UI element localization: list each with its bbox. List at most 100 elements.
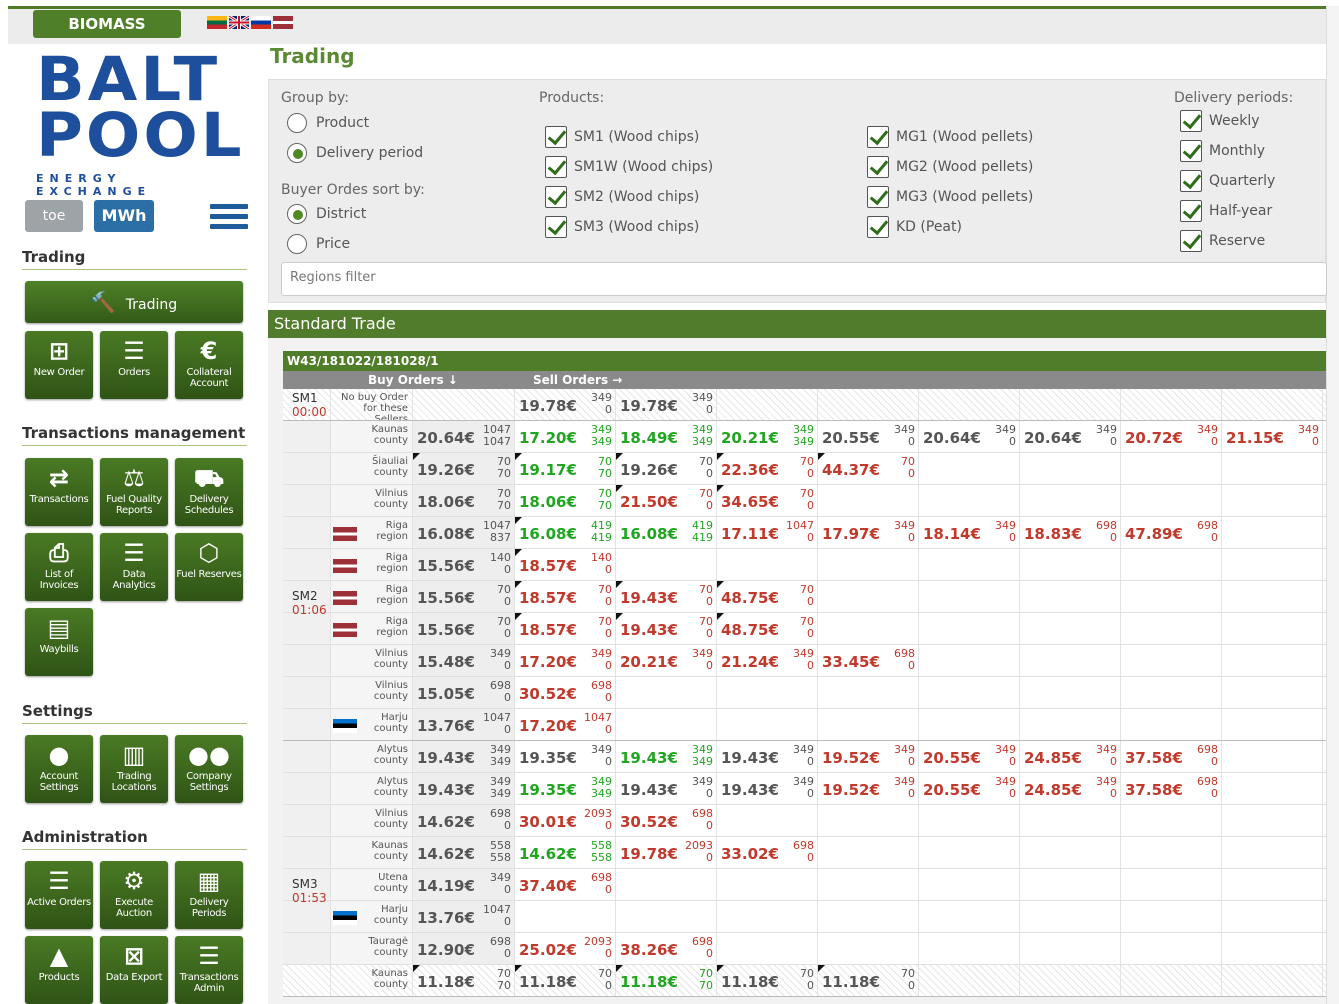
unit-mwh-button[interactable]: MWh [94,200,154,232]
sell-order-cell[interactable]: 19.78€ 2093 0 [616,837,717,868]
tile-list-of-invoices[interactable]: ⎙ List of Invoices [25,533,93,601]
sell-order-cell[interactable]: 21.24€ 349 0 [717,645,818,676]
buy-order-cell[interactable]: 15.56€ 140 0 [413,549,515,580]
period-checkbox[interactable]: Monthly [1180,140,1265,162]
sell-order-cell[interactable]: 33.45€ 698 0 [818,645,919,676]
sell-order-cell[interactable]: 37.58€ 698 0 [1121,773,1222,804]
sell-order-cell[interactable]: 19.52€ 349 0 [818,741,919,772]
tile-data-analytics[interactable]: ☰ Data Analytics [100,533,168,601]
latvia-flag-icon[interactable] [273,16,293,29]
sell-order-cell[interactable]: 20.21€ 349 0 [616,645,717,676]
sell-order-cell[interactable]: 17.11€ 1047 0 [717,517,818,548]
sell-order-cell[interactable]: 20.55€ 349 0 [919,773,1020,804]
tile-waybills[interactable]: ▤ Waybills [25,608,93,676]
sell-order-cell[interactable]: 18.83€ 698 0 [1020,517,1121,548]
product-checkbox[interactable]: SM2 (Wood chips) [545,186,699,208]
sell-order-cell[interactable]: 16.08€ 419 419 [515,517,616,548]
sell-order-cell[interactable]: 18.06€ 70 70 [515,485,616,516]
sell-order-cell[interactable]: 25.02€ 2093 0 [515,933,616,964]
tile-new-order[interactable]: ⊞ New Order [25,331,93,399]
sell-order-cell[interactable]: 22.36€ 70 0 [717,453,818,484]
sell-order-cell[interactable]: 19.43€ 349 0 [717,741,818,772]
product-checkbox[interactable]: MG3 (Wood pellets) [867,186,1033,208]
period-checkbox[interactable]: Half-year [1180,200,1272,222]
buy-order-cell[interactable]: 15.48€ 349 0 [413,645,515,676]
sell-order-cell[interactable]: 30.01€ 2093 0 [515,805,616,836]
sell-order-cell[interactable]: 11.18€ 70 70 [616,965,717,996]
sell-order-cell[interactable]: 19.52€ 349 0 [818,773,919,804]
sell-order-cell[interactable]: 19.26€ 70 0 [616,453,717,484]
buy-order-cell[interactable]: 18.06€ 70 70 [413,485,515,516]
sell-order-cell[interactable]: 19.43€ 70 0 [616,581,717,612]
sell-order-cell[interactable]: 20.21€ 349 349 [717,421,818,452]
sell-order-cell[interactable]: 18.14€ 349 0 [919,517,1020,548]
sell-order-cell[interactable]: 19.43€ 349 0 [717,773,818,804]
sort-district-radio[interactable]: District [287,204,366,224]
menu-hamburger-icon[interactable] [210,204,248,232]
sell-order-cell[interactable]: 19.43€ 349 0 [616,773,717,804]
tile-active-orders[interactable]: ☰ Active Orders [25,861,93,929]
buy-order-cell[interactable]: 20.64€ 1047 1047 [413,421,515,452]
sell-order-cell[interactable]: 30.52€ 698 0 [515,677,616,708]
sell-order-cell[interactable]: 18.57€ 70 0 [515,581,616,612]
sell-order-cell[interactable]: 20.72€ 349 0 [1121,421,1222,452]
sell-order-cell[interactable]: 17.20€ 1047 0 [515,709,616,740]
sell-order-cell[interactable]: 19.43€ 349 349 [616,741,717,772]
product-checkbox[interactable]: MG1 (Wood pellets) [867,126,1033,148]
buy-order-cell[interactable]: 12.90€ 698 0 [413,933,515,964]
buy-order-cell[interactable]: 13.76€ 1047 0 [413,901,515,932]
product-checkbox[interactable]: SM3 (Wood chips) [545,216,699,238]
sell-order-cell[interactable]: 11.18€ 70 0 [515,965,616,996]
sell-order-cell[interactable]: 20.64€ 349 0 [919,421,1020,452]
sell-order-cell[interactable]: 34.65€ 70 0 [717,485,818,516]
trading-button[interactable]: 🔨 Trading [25,281,243,323]
sell-order-cell[interactable]: 14.62€ 558 558 [515,837,616,868]
sell-order-cell[interactable]: 19.17€ 70 70 [515,453,616,484]
tile-data-export[interactable]: ⊠ Data Export [100,936,168,1004]
sell-order-cell[interactable]: 37.40€ 698 0 [515,869,616,900]
sell-order-cell[interactable]: 48.75€ 70 0 [717,581,818,612]
tile-products[interactable]: ▲ Products [25,936,93,1004]
sell-order-cell[interactable]: 18.57€ 70 0 [515,613,616,644]
buy-order-cell[interactable]: 11.18€ 70 70 [413,965,515,996]
period-checkbox[interactable]: Reserve [1180,230,1265,252]
sell-order-cell[interactable]: 20.55€ 349 0 [818,421,919,452]
tile-collateral-account[interactable]: € Collateral Account [175,331,243,399]
period-checkbox[interactable]: Quarterly [1180,170,1275,192]
tile-trading-locations[interactable]: ▥ Trading Locations [100,735,168,803]
sell-order-cell[interactable]: 19.35€ 349 0 [515,741,616,772]
russia-flag-icon[interactable] [251,16,271,29]
product-checkbox[interactable]: MG2 (Wood pellets) [867,156,1033,178]
tile-delivery-periods[interactable]: ▦ Delivery Periods [175,861,243,929]
sell-order-cell[interactable]: 16.08€ 419 419 [616,517,717,548]
sort-price-radio[interactable]: Price [287,234,350,254]
buy-order-cell[interactable]: 14.19€ 349 0 [413,869,515,900]
sell-order-cell[interactable]: 11.18€ 70 0 [717,965,818,996]
tile-fuel-quality-reports[interactable]: ⚖ Fuel Quality Reports [100,458,168,526]
tile-transactions-admin[interactable]: ☰ Transactions Admin [175,936,243,1004]
buy-orders-header[interactable]: Buy Orders ↓ [368,371,458,389]
sell-order-cell[interactable]: 30.52€ 698 0 [616,805,717,836]
sell-orders-header[interactable]: Sell Orders → [533,371,622,389]
buy-order-cell[interactable]: 15.56€ 70 0 [413,581,515,612]
unit-toe-button[interactable]: toe [25,200,83,232]
biomass-tab[interactable]: BIOMASS [33,10,181,38]
tile-delivery-schedules[interactable]: ⛟ Delivery Schedules [175,458,243,526]
buy-order-cell[interactable]: 15.56€ 70 0 [413,613,515,644]
tile-orders[interactable]: ☰ Orders [100,331,168,399]
buy-order-cell[interactable]: 14.62€ 698 0 [413,805,515,836]
sell-order-cell[interactable]: 38.26€ 698 0 [616,933,717,964]
sell-order-cell[interactable]: 19.43€ 70 0 [616,613,717,644]
sell-order-cell[interactable]: 18.57€ 140 0 [515,549,616,580]
buy-order-cell[interactable]: 16.08€ 1047 837 [413,517,515,548]
sell-order-cell[interactable]: 24.85€ 349 0 [1020,773,1121,804]
lithuania-flag-icon[interactable] [207,16,227,29]
buy-order-cell[interactable]: 14.62€ 558 558 [413,837,515,868]
sell-order-cell[interactable]: 18.49€ 349 349 [616,421,717,452]
sell-order-cell[interactable]: 20.55€ 349 0 [919,741,1020,772]
sell-order-cell[interactable]: 19.78€ 349 0 [616,389,717,420]
sell-order-cell[interactable]: 11.18€ 70 0 [818,965,919,996]
tile-fuel-reserves[interactable]: ⬡ Fuel Reserves [175,533,243,601]
sell-order-cell[interactable]: 44.37€ 70 0 [818,453,919,484]
sell-order-cell[interactable]: 48.75€ 70 0 [717,613,818,644]
